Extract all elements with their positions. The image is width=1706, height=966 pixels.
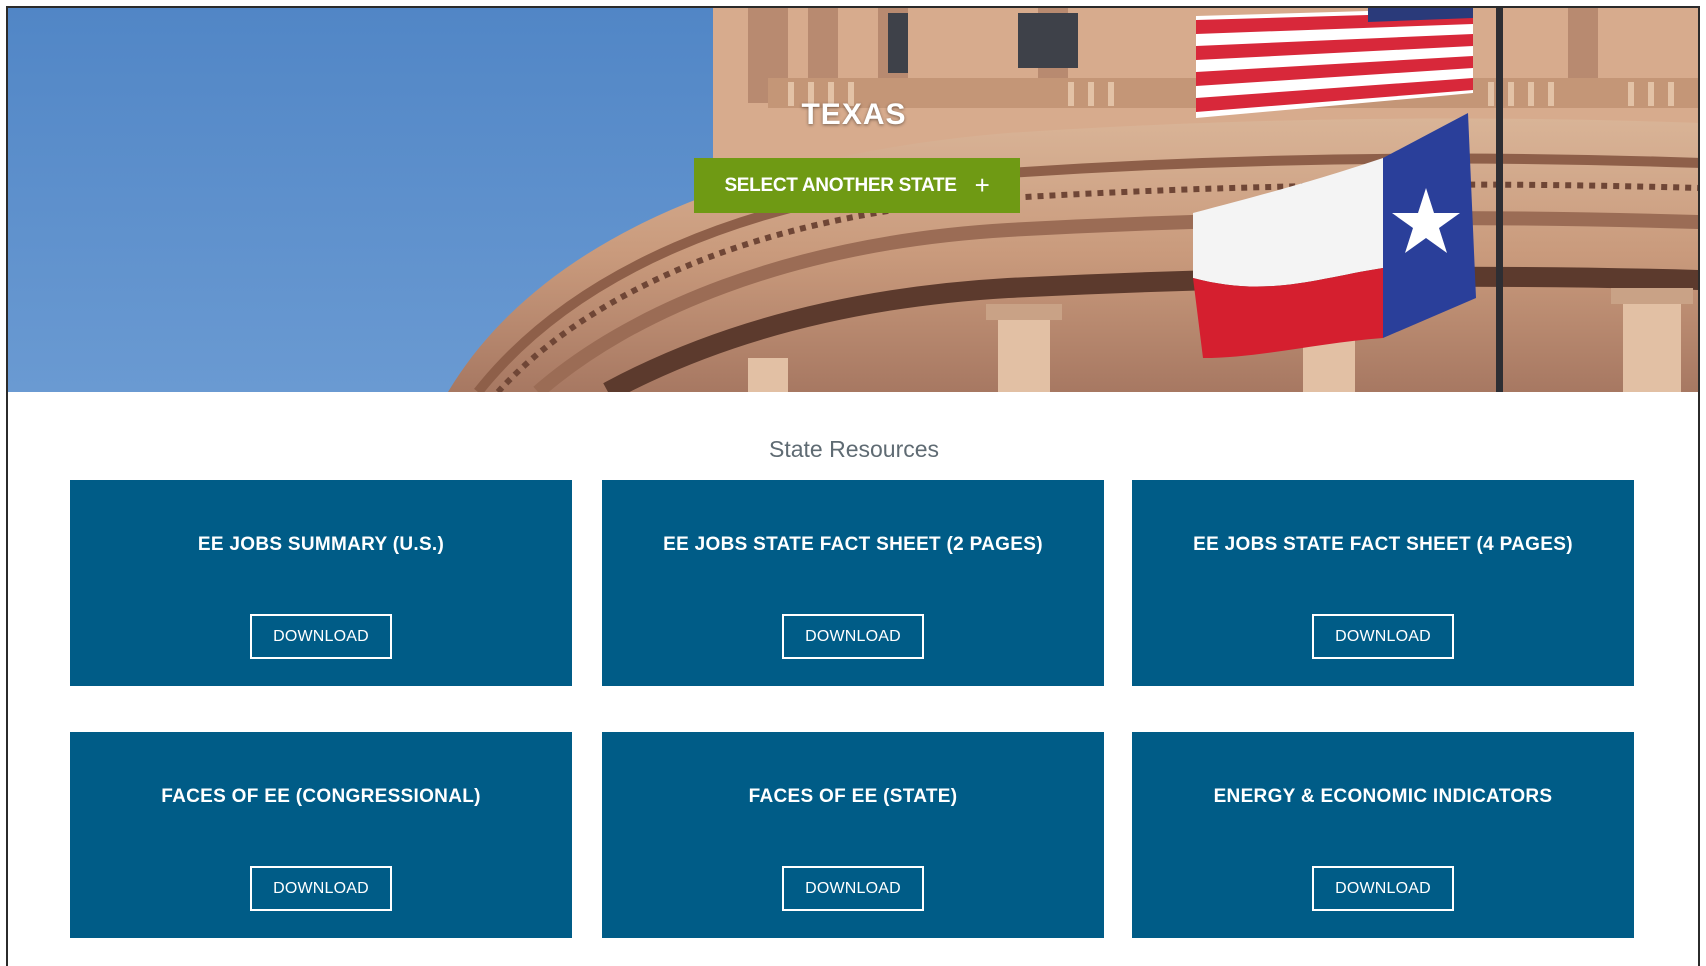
card-title: FACES OF EE (CONGRESSIONAL) [161, 786, 481, 807]
card-title: FACES OF EE (STATE) [748, 786, 958, 807]
resource-card-energy-economic-indicators: ENERGY & ECONOMIC INDICATORS DOWNLOAD [1132, 732, 1634, 938]
select-another-state-button[interactable]: SELECT ANOTHER STATE + [694, 158, 1020, 213]
plus-icon: + [974, 169, 990, 200]
download-button[interactable]: DOWNLOAD [782, 614, 924, 659]
download-button[interactable]: DOWNLOAD [1312, 614, 1454, 659]
resource-card-state-fact-sheet-4-pages: EE JOBS STATE FACT SHEET (4 PAGES) DOWNL… [1132, 480, 1634, 686]
resource-card-ee-jobs-summary: EE JOBS SUMMARY (U.S.) DOWNLOAD [70, 480, 572, 686]
state-title: TEXAS [801, 98, 907, 131]
download-button[interactable]: DOWNLOAD [1312, 866, 1454, 911]
download-button[interactable]: DOWNLOAD [250, 866, 392, 911]
hero-banner: TEXAS SELECT ANOTHER STATE + [8, 8, 1698, 392]
section-heading: State Resources [768, 436, 940, 462]
card-title: ENERGY & ECONOMIC INDICATORS [1213, 786, 1553, 807]
page-frame: TEXAS SELECT ANOTHER STATE + State Resou… [6, 6, 1700, 966]
resource-card-faces-state: FACES OF EE (STATE) DOWNLOAD [602, 732, 1104, 938]
card-title: EE JOBS SUMMARY (U.S.) [197, 534, 445, 555]
download-button[interactable]: DOWNLOAD [782, 866, 924, 911]
resource-card-faces-congressional: FACES OF EE (CONGRESSIONAL) DOWNLOAD [70, 732, 572, 938]
download-button[interactable]: DOWNLOAD [250, 614, 392, 659]
resource-card-state-fact-sheet-2-pages: EE JOBS STATE FACT SHEET (2 PAGES) DOWNL… [602, 480, 1104, 686]
select-state-label: SELECT ANOTHER STATE [724, 174, 957, 196]
card-title: EE JOBS STATE FACT SHEET (4 PAGES) [1193, 534, 1573, 555]
card-title: EE JOBS STATE FACT SHEET (2 PAGES) [663, 534, 1043, 555]
